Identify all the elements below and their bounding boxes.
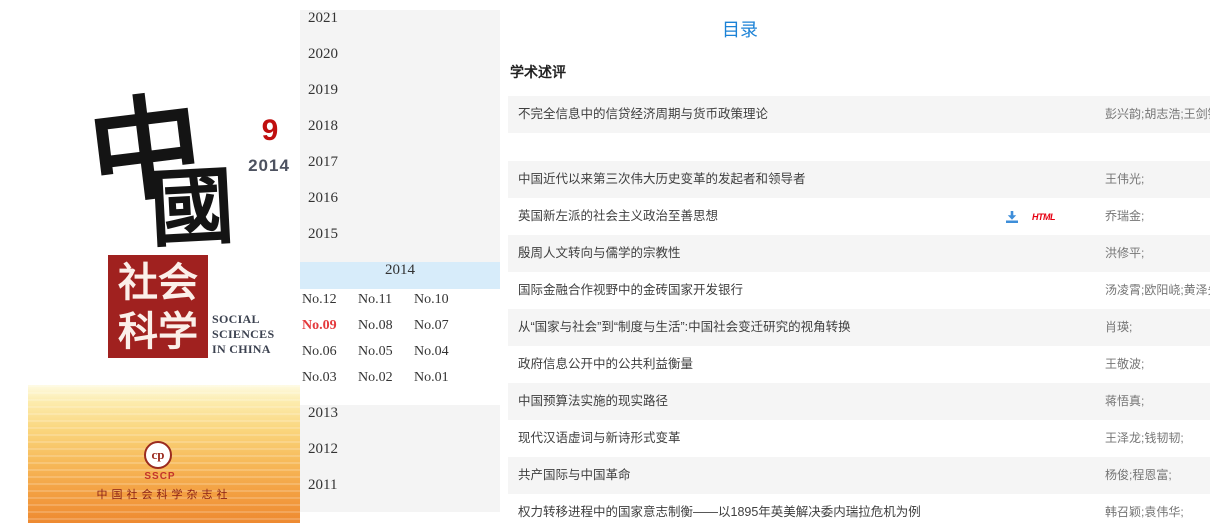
table-row: 殷周人文转向与儒学的宗教性 洪修平; (508, 235, 1210, 272)
article-action-icons: HTML (1005, 198, 1055, 235)
table-row: 政府信息公开中的公共利益衡量 王敬波; (508, 346, 1210, 383)
cover-title-block: 社会 科学 (108, 255, 208, 358)
year-sidebar: 2021 2020 2019 2018 2017 2016 2015 2014 … (300, 10, 500, 512)
cover-english-subtitle: SOCIAL SCIENCES IN CHINA (212, 312, 274, 357)
table-row: 中国近代以来第三次伟大历史变革的发起者和领导者 王伟光; (508, 161, 1210, 198)
publisher-abbr: SSCP (120, 471, 200, 482)
download-icon[interactable] (1005, 210, 1019, 224)
section-gap (508, 133, 1210, 161)
year-item-2018[interactable]: 2018 (300, 118, 500, 154)
article-title-link[interactable]: 现代汉语虚词与新诗形式变革 (518, 420, 681, 457)
expanded-year-header[interactable]: 2014 (300, 262, 500, 289)
issue-panel: No.12 No.11 No.10 No.09 No.08 No.07 No.0… (300, 289, 500, 405)
year-item-2016[interactable]: 2016 (300, 190, 500, 226)
issue-link-no11[interactable]: No.11 (358, 292, 414, 318)
cover-issue-year: 2014 (242, 156, 296, 176)
article-title-link[interactable]: 中国预算法实施的现实路径 (518, 383, 668, 420)
cover-issue-number: 9 (250, 114, 290, 148)
toc-rows: 不完全信息中的信贷经济周期与货币政策理论 彭兴韵;胡志浩;王剑锋; 中国近代以来… (508, 96, 1210, 531)
article-authors[interactable]: 彭兴韵;胡志浩;王剑锋; (1105, 96, 1210, 133)
article-authors[interactable]: 汤凌霄;欧阳峣;黄泽先; (1105, 272, 1210, 309)
issue-link-no03[interactable]: No.03 (302, 370, 358, 396)
article-authors[interactable]: 肖瑛; (1105, 309, 1132, 346)
year-item-2021[interactable]: 2021 (300, 10, 500, 46)
cover-orange-band: cp SSCP 中国社会科学杂志社 (28, 385, 300, 523)
issue-link-no05[interactable]: No.05 (358, 344, 414, 370)
cover-title-block-line1: 社会 (108, 258, 208, 307)
article-title-link[interactable]: 从“国家与社会”到“制度与生活”:中国社会变迁研究的视角转换 (518, 309, 851, 346)
table-row: 从“国家与社会”到“制度与生活”:中国社会变迁研究的视角转换 肖瑛; (508, 309, 1210, 346)
article-title-link[interactable]: 共产国际与中国革命 (518, 457, 631, 494)
table-row: 共产国际与中国革命 杨俊;程恩富; (508, 457, 1210, 494)
year-item-2015[interactable]: 2015 (300, 226, 500, 262)
issue-link-no04[interactable]: No.04 (414, 344, 470, 370)
year-item-2011[interactable]: 2011 (300, 477, 500, 513)
year-item-2017[interactable]: 2017 (300, 154, 500, 190)
year-item-2019[interactable]: 2019 (300, 82, 500, 118)
table-row: 不完全信息中的信贷经济周期与货币政策理论 彭兴韵;胡志浩;王剑锋; (508, 96, 1210, 133)
issue-link-no10[interactable]: No.10 (414, 292, 470, 318)
issue-link-no12[interactable]: No.12 (302, 292, 358, 318)
issue-link-no06[interactable]: No.06 (302, 344, 358, 370)
toc-panel: 目录 学术述评 不完全信息中的信贷经济周期与货币政策理论 彭兴韵;胡志浩;王剑锋… (508, 0, 1210, 523)
issue-link-no09-selected[interactable]: No.09 (302, 318, 358, 344)
cover-title-char-guo: 國 (148, 166, 236, 254)
year-item-2020[interactable]: 2020 (300, 46, 500, 82)
article-authors[interactable]: 韩召颖;袁伟华; (1105, 494, 1184, 531)
article-title-link[interactable]: 政府信息公开中的公共利益衡量 (518, 346, 693, 383)
table-row: 现代汉语虚词与新诗形式变革 王泽龙;钱韧韧; (508, 420, 1210, 457)
year-item-2013[interactable]: 2013 (300, 405, 500, 441)
issue-link-no07[interactable]: No.07 (414, 318, 470, 344)
article-authors[interactable]: 王敬波; (1105, 346, 1144, 383)
table-row: 权力转移进程中的国家意志制衡——以1895年英美解决委内瑞拉危机为例 韩召颖;袁… (508, 494, 1210, 531)
publisher-logo-icon: cp (144, 441, 172, 469)
issue-link-no08[interactable]: No.08 (358, 318, 414, 344)
article-authors[interactable]: 乔瑞金; (1105, 198, 1144, 235)
cover-title-block-line2: 科学 (108, 307, 208, 356)
article-title-link[interactable]: 中国近代以来第三次伟大历史变革的发起者和领导者 (518, 161, 806, 198)
article-title-link[interactable]: 不完全信息中的信贷经济周期与货币政策理论 (518, 96, 768, 133)
article-title-link[interactable]: 英国新左派的社会主义政治至善思想 (518, 198, 718, 235)
journal-cover: 中 國 9 2014 社会 科学 SOCIAL SCIENCES IN CHIN… (0, 0, 300, 523)
table-row: 中国预算法实施的现实路径 蒋悟真; (508, 383, 1210, 420)
article-title-link[interactable]: 权力转移进程中的国家意志制衡——以1895年英美解决委内瑞拉危机为例 (518, 494, 921, 531)
year-item-2012[interactable]: 2012 (300, 441, 500, 477)
table-row: 国际金融合作视野中的金砖国家开发银行 汤凌霄;欧阳峣;黄泽先; (508, 272, 1210, 309)
issue-link-no02[interactable]: No.02 (358, 370, 414, 396)
issue-link-no01[interactable]: No.01 (414, 370, 470, 396)
article-authors[interactable]: 杨俊;程恩富; (1105, 457, 1172, 494)
publisher-name: 中国社会科学杂志社 (28, 486, 300, 502)
article-authors[interactable]: 洪修平; (1105, 235, 1144, 272)
toc-heading: 目录 (590, 16, 890, 42)
article-authors[interactable]: 蒋悟真; (1105, 383, 1144, 420)
article-title-link[interactable]: 殷周人文转向与儒学的宗教性 (518, 235, 681, 272)
article-title-link[interactable]: 国际金融合作视野中的金砖国家开发银行 (518, 272, 743, 309)
article-authors[interactable]: 王伟光; (1105, 161, 1144, 198)
html-icon[interactable]: HTML (1032, 212, 1055, 222)
article-authors[interactable]: 王泽龙;钱韧韧; (1105, 420, 1184, 457)
toc-section-title: 学术述评 (510, 62, 566, 82)
table-row: 英国新左派的社会主义政治至善思想 HTML 乔瑞金; (508, 198, 1210, 235)
